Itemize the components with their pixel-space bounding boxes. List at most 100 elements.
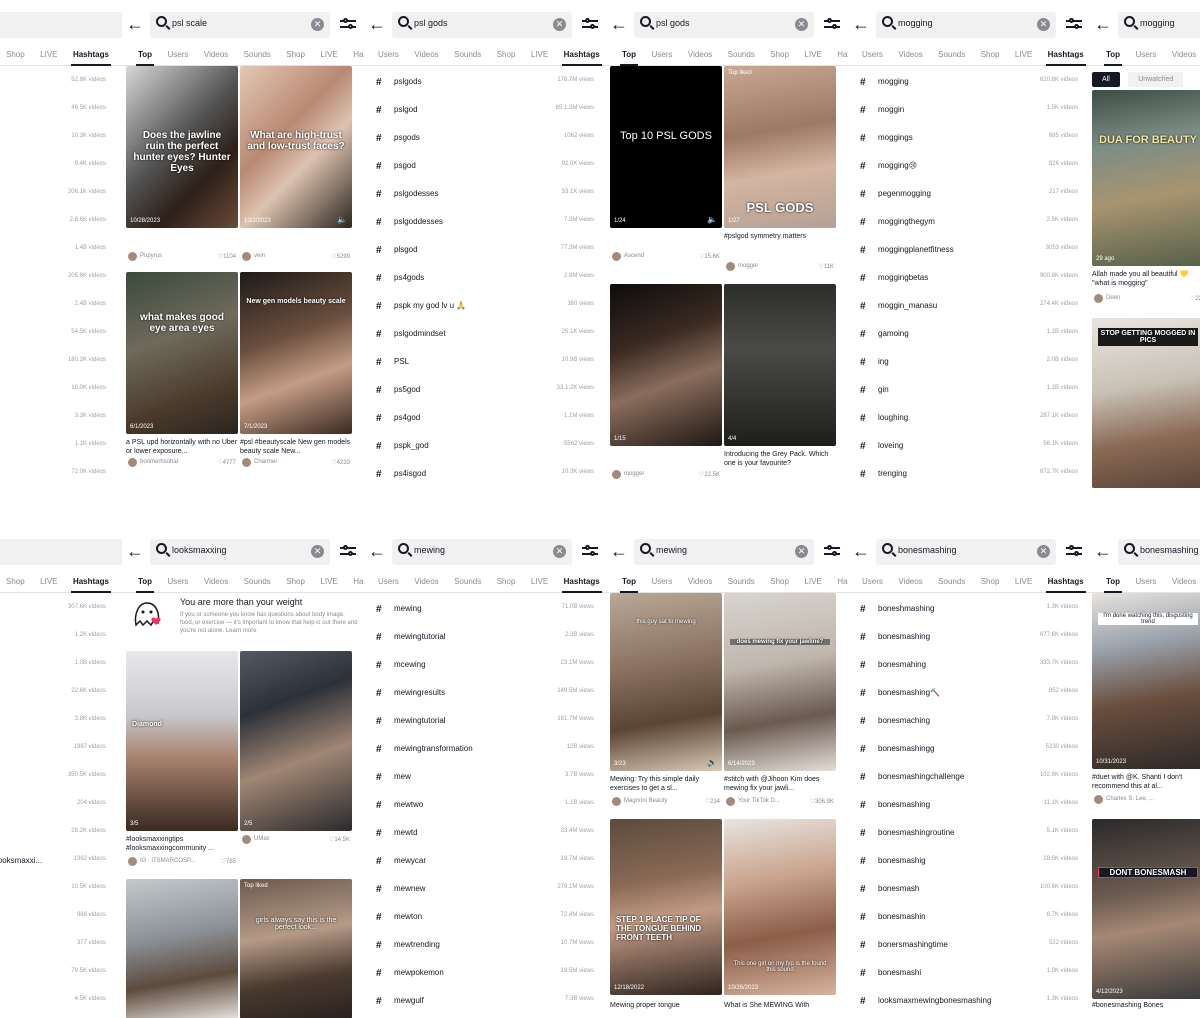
hashtag-row[interactable]: # mewingresults 149.5M views [364, 685, 606, 713]
hashtag-row[interactable]: # bonesmash 100.6K videos [848, 881, 1090, 909]
search-bar[interactable]: looksmaxxing ✕ [150, 539, 330, 565]
clear-icon[interactable]: ✕ [311, 545, 324, 558]
search-query[interactable]: mogging [898, 18, 933, 28]
hashtag-row[interactable]: # pslgodesses 53.1K views [364, 186, 606, 214]
search-bar[interactable]: psl scale ✕ [150, 12, 330, 38]
hashtag-row[interactable]: # moggings 685 videos [848, 130, 1090, 158]
video-thumbnail[interactable]: 1/15 [610, 284, 722, 446]
tab-users[interactable]: Users [166, 576, 191, 592]
search-bar[interactable]: mewing ✕ [634, 539, 814, 565]
clear-icon[interactable]: ✕ [553, 545, 566, 558]
hashtag-row[interactable]: # plsgod 77.3M views [364, 242, 606, 270]
avatar[interactable] [128, 857, 137, 866]
hashtag-row[interactable]: # boneshmashing 1.3K videos [848, 601, 1090, 629]
hashtag-row[interactable]: # mogging😢 826 videos [848, 158, 1090, 186]
clear-icon[interactable]: ✕ [1037, 18, 1050, 31]
video-thumbnail[interactable]: Does the jawline ruin the perfect hunter… [126, 66, 238, 228]
video-thumbnail[interactable]: does mewing fix your jawline? 6/14/2023 [724, 593, 836, 771]
video-thumbnail[interactable]: DUA FOR BEAUTY 29 ago [1092, 90, 1200, 266]
filter-icon[interactable] [340, 544, 356, 558]
back-arrow-icon[interactable]: ← [368, 15, 386, 33]
filter-icon[interactable] [582, 17, 598, 31]
video-thumbnail[interactable]: this guy sat to mewing 3/23 🔈 [610, 593, 722, 771]
tab-videos[interactable]: Videos [896, 49, 924, 65]
tab-sounds[interactable]: Sounds [726, 576, 757, 592]
back-arrow-icon[interactable]: ← [852, 542, 870, 560]
hashtag-row[interactable]: # pspk_god 5562 views [364, 438, 606, 466]
tab-shop[interactable]: Shop [4, 49, 27, 65]
avatar[interactable] [612, 797, 621, 806]
hashtag-row[interactable]: # mewnew 279.1M views [364, 881, 606, 909]
hashtag-row[interactable]: # pslgod 65.1.3M views [364, 102, 606, 130]
tab-sounds[interactable]: Sounds [242, 576, 273, 592]
tab-users[interactable]: Users [860, 49, 885, 65]
clear-icon[interactable]: ✕ [1037, 545, 1050, 558]
back-arrow-icon[interactable]: ← [126, 15, 144, 33]
tab-hashtags[interactable]: Hash [351, 576, 364, 592]
hashtag-row[interactable]: # looksmaxmewingbonesmashing 1.3K videos [848, 993, 1090, 1018]
search-query[interactable]: psl gods [656, 18, 690, 28]
tab-live[interactable]: LIVE [318, 49, 339, 65]
speaker-icon[interactable]: 🔈 [707, 215, 717, 224]
tab-hashtags[interactable]: Hashtags [70, 49, 111, 66]
avatar[interactable] [612, 470, 621, 479]
filter-icon[interactable] [1066, 544, 1082, 558]
video-thumbnail[interactable]: What are high-trust and low-trust faces?… [240, 66, 352, 228]
search-bar[interactable]: psl gods ✕ [392, 12, 572, 38]
clear-icon[interactable]: ✕ [795, 18, 808, 31]
video-thumbnail[interactable] [126, 879, 238, 1018]
search-bar[interactable]: bonesmashing [1118, 539, 1200, 565]
hashtag-row[interactable]: # loughing 287.1K videos [848, 410, 1090, 438]
chip-unwatched[interactable]: Unwatched [1128, 72, 1184, 87]
video-thumbnail[interactable]: Top 10 PSL GODS 1/24 🔈 [610, 66, 722, 228]
back-arrow-icon[interactable]: ← [852, 15, 870, 33]
back-arrow-icon[interactable]: ← [1094, 15, 1112, 33]
video-thumbnail[interactable]: STOP GETTING MOGGED IN PICS [1092, 318, 1200, 488]
back-arrow-icon[interactable]: ← [610, 542, 628, 560]
video-thumbnail[interactable]: New gen models beauty scale 7/1/2023 [240, 272, 352, 434]
hashtag-row[interactable]: # mewtwo 1.1B views [364, 797, 606, 825]
hashtag-row[interactable]: # bonesmashing🔨 952 videos [848, 685, 1090, 713]
hashtag-row[interactable]: # mewing 71.0B views [364, 601, 606, 629]
tab-hashtags[interactable]: Hashtags [561, 49, 602, 66]
hashtag-row[interactable]: # ps4gods 2.8M views [364, 270, 606, 298]
avatar[interactable] [242, 835, 251, 844]
tab-hashtags[interactable]: Hashtags [1045, 49, 1086, 66]
tab-videos[interactable]: Videos [686, 49, 714, 65]
tab-hashtags[interactable]: Hash [835, 49, 848, 65]
search-query[interactable]: looksmaxxing [172, 545, 227, 555]
back-arrow-icon[interactable]: ← [126, 542, 144, 560]
wellbeing-notice[interactable]: You are more than your weight If you or … [128, 593, 358, 643]
tab-live[interactable]: LIVE [802, 49, 823, 65]
tab-shop[interactable]: Shop [284, 49, 307, 65]
tab-live[interactable]: LIVE [529, 49, 550, 65]
avatar[interactable] [612, 252, 621, 261]
hashtag-row[interactable]: # moggingthegym 2.5K videos [848, 214, 1090, 242]
hashtag-row[interactable]: # mewingtutorial 2.3B views [364, 629, 606, 657]
search-query[interactable]: psl gods [414, 18, 448, 28]
search-bar[interactable]: mogging ✕ [876, 12, 1056, 38]
tab-videos[interactable]: Videos [1170, 576, 1198, 592]
hashtag-row[interactable]: # mew 3.7B views [364, 769, 606, 797]
tab-videos[interactable]: Videos [1170, 49, 1198, 65]
hashtag-row[interactable]: # bonesmashingg 5330 videos [848, 741, 1090, 769]
search-bar[interactable]: mogging [1118, 12, 1200, 38]
hashtag-row[interactable]: # moggingplanetfitness 3053 videos [848, 242, 1090, 270]
hashtag-row[interactable]: # bonesmashig 28.6K videos [848, 853, 1090, 881]
video-thumbnail[interactable]: DONT BONESMASH 4/12/2023 [1092, 819, 1200, 999]
hashtag-row[interactable]: # mewingtransformation 12B views [364, 741, 606, 769]
tab-live[interactable]: LIVE [802, 576, 823, 592]
chip-all[interactable]: All [1092, 72, 1120, 87]
filter-icon[interactable] [1066, 17, 1082, 31]
clear-icon[interactable]: ✕ [311, 18, 324, 31]
hashtag-row[interactable]: # psgod 92.0K views [364, 158, 606, 186]
video-thumbnail[interactable]: STEP 1 PLACE TIP OF THE TONGUE BEHIND FR… [610, 819, 722, 995]
hashtag-row[interactable]: # bonesmashi 1.0K videos [848, 965, 1090, 993]
hashtag-row[interactable]: # pslgods 178.7M views [364, 74, 606, 102]
tab-videos[interactable]: Videos [686, 576, 714, 592]
avatar[interactable] [242, 252, 251, 261]
search-bar[interactable]: bonesmashing ✕ [876, 539, 1056, 565]
hashtag-row[interactable]: # PSL 10.9B views [364, 354, 606, 382]
avatar[interactable] [128, 458, 137, 467]
back-arrow-icon[interactable]: ← [1094, 542, 1112, 560]
